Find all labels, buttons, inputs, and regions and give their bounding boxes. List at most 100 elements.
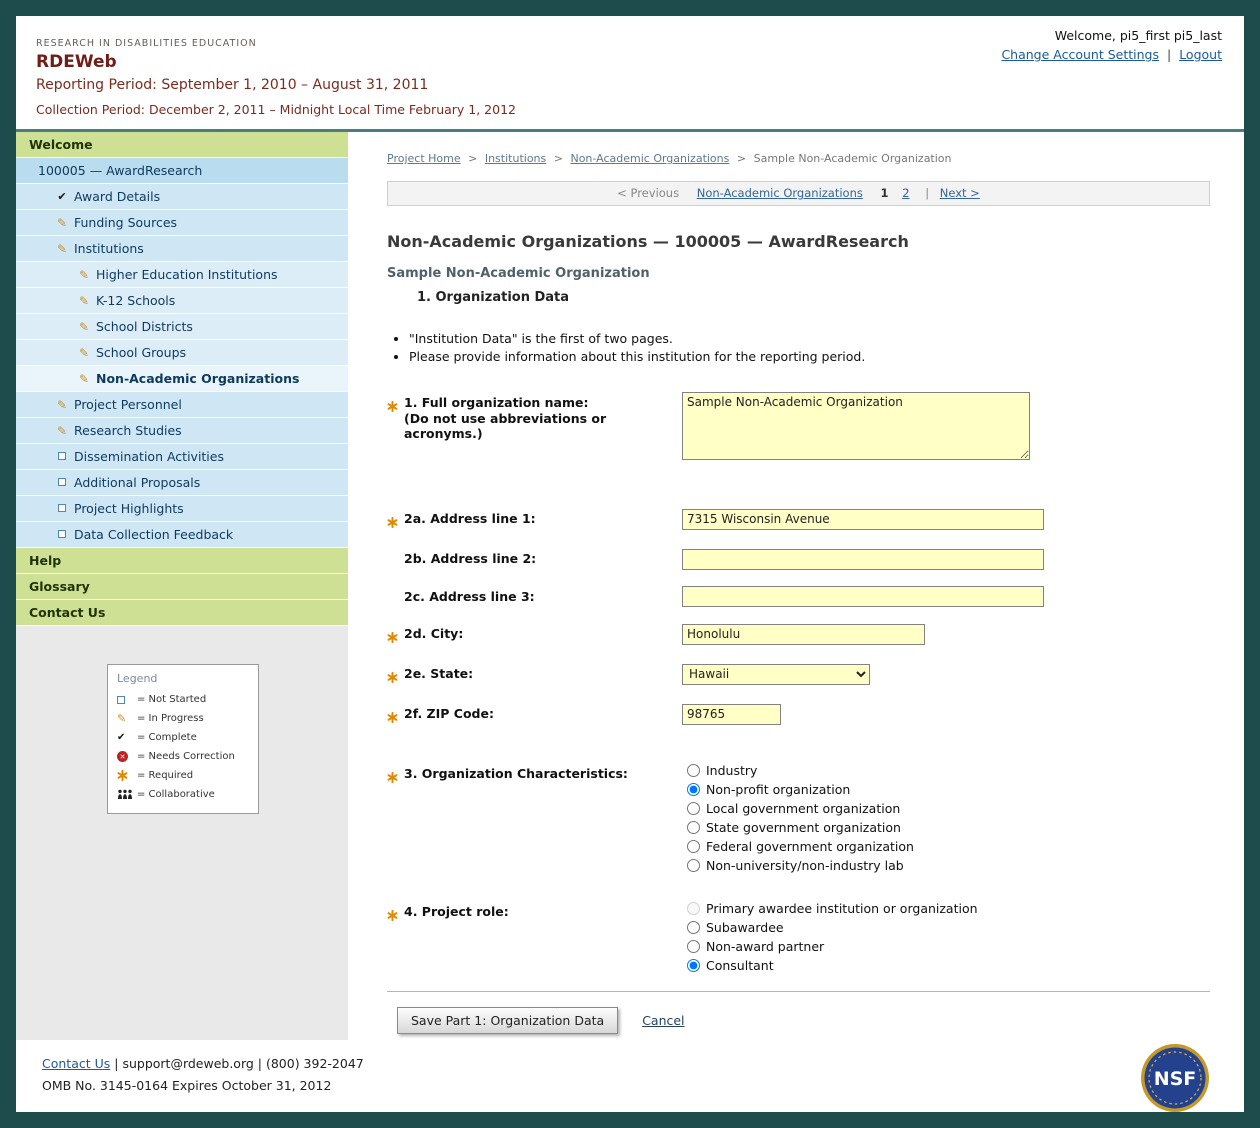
sidebar-item-glossary[interactable]: Glossary — [16, 574, 348, 600]
pencil-icon: ✎ — [54, 217, 70, 229]
needs-correction-icon: ✕ — [117, 751, 137, 762]
sidebar-item-contact-us[interactable]: Contact Us — [16, 600, 348, 626]
city-row: 2d. City: — [387, 623, 1210, 647]
previous-link[interactable]: < Previous — [617, 186, 679, 200]
spacer — [387, 589, 404, 605]
spacer — [387, 551, 404, 567]
legend-item-complete: ✔ = Complete — [117, 728, 249, 747]
sidebar-item-dissemination-activities[interactable]: Dissemination Activities — [16, 444, 348, 470]
sidebar-item-school-districts[interactable]: ✎ School Districts — [16, 314, 348, 340]
address2-input[interactable] — [682, 549, 1044, 570]
legend-item-needs-correction: ✕ = Needs Correction — [117, 747, 249, 766]
radio-consultant[interactable] — [687, 959, 700, 972]
pencil-icon: ✎ — [76, 373, 92, 385]
radio-non-award-partner[interactable] — [687, 940, 700, 953]
footer-contact-text: | support@rdeweb.org | (800) 392-2047 — [114, 1056, 363, 1071]
radio-option-local-government[interactable]: Local government organization — [687, 801, 1210, 816]
collaborative-icon — [117, 789, 137, 800]
required-icon — [387, 626, 404, 647]
not-started-icon — [54, 476, 70, 489]
sidebar-item-institutions[interactable]: ✎ Institutions — [16, 236, 348, 262]
radio-option-state-government[interactable]: State government organization — [687, 820, 1210, 835]
pagination-group-link[interactable]: Non-Academic Organizations — [697, 186, 863, 200]
city-input[interactable] — [682, 624, 925, 645]
radio-non-profit[interactable] — [687, 783, 700, 796]
not-started-icon — [117, 696, 137, 704]
radio-local-government[interactable] — [687, 802, 700, 815]
zip-input[interactable] — [682, 704, 781, 725]
sidebar-item-additional-proposals[interactable]: Additional Proposals — [16, 470, 348, 496]
zip-row: 2f. ZIP Code: — [387, 703, 1210, 727]
collection-period: Collection Period: December 2, 2011 – Mi… — [36, 102, 1224, 117]
sidebar-item-k12-schools[interactable]: ✎ K-12 Schools — [16, 288, 348, 314]
radio-option-federal-government[interactable]: Federal government organization — [687, 839, 1210, 854]
change-account-settings-link[interactable]: Change Account Settings — [1001, 47, 1159, 62]
welcome-user: Welcome, pi5_first pi5_last — [1001, 28, 1222, 43]
sidebar-item-non-academic-organizations[interactable]: ✎ Non-Academic Organizations — [16, 366, 348, 392]
sidebar-item-award-details[interactable]: ✔ Award Details — [16, 184, 348, 210]
footer-contact-line: Contact Us | support@rdeweb.org | (800) … — [42, 1056, 1244, 1071]
radio-option-industry[interactable]: Industry — [687, 763, 1210, 778]
address3-input[interactable] — [682, 586, 1044, 607]
radio-option-non-profit[interactable]: Non-profit organization — [687, 782, 1210, 797]
radio-industry[interactable] — [687, 764, 700, 777]
next-link[interactable]: Next > — [940, 186, 980, 200]
sidebar: Welcome 100005 — AwardResearch ✔ Award D… — [16, 132, 348, 1040]
address2-row: 2b. Address line 2: — [387, 548, 1210, 570]
org-characteristics-row: 3. Organization Characteristics: Industr… — [387, 763, 1210, 877]
not-started-icon — [54, 450, 70, 463]
sidebar-item-funding-sources[interactable]: ✎ Funding Sources — [16, 210, 348, 236]
button-row: Save Part 1: Organization Data Cancel — [387, 1007, 1210, 1034]
footer: Contact Us | support@rdeweb.org | (800) … — [16, 1040, 1244, 1112]
required-icon — [387, 666, 404, 687]
radio-option-non-award-partner[interactable]: Non-award partner — [687, 939, 1210, 954]
field-label: 1. Full organization name: (Do not use a… — [404, 395, 682, 442]
radio-option-non-university-lab[interactable]: Non-university/non-industry lab — [687, 858, 1210, 873]
sidebar-item-data-collection-feedback[interactable]: Data Collection Feedback — [16, 522, 348, 548]
sidebar-item-project-personnel[interactable]: ✎ Project Personnel — [16, 392, 348, 418]
org-name-row: 1. Full organization name: (Do not use a… — [387, 392, 1210, 464]
radio-state-government[interactable] — [687, 821, 700, 834]
radio-option-primary-awardee[interactable]: Primary awardee institution or organizat… — [687, 901, 1210, 916]
radio-primary-awardee[interactable] — [687, 902, 700, 915]
logout-link[interactable]: Logout — [1179, 47, 1222, 62]
state-select[interactable]: Hawaii — [682, 664, 870, 685]
form-divider — [387, 991, 1210, 992]
sidebar-item-project-highlights[interactable]: Project Highlights — [16, 496, 348, 522]
radio-non-university-lab[interactable] — [687, 859, 700, 872]
reporting-period: Reporting Period: September 1, 2010 – Au… — [36, 77, 1224, 93]
sidebar-item-higher-education-institutions[interactable]: ✎ Higher Education Institutions — [16, 262, 348, 288]
footer-contact-link[interactable]: Contact Us — [42, 1056, 110, 1071]
org-name-textarea[interactable]: Sample Non-Academic Organization — [682, 392, 1030, 460]
page-number-2[interactable]: 2 — [902, 186, 909, 200]
breadcrumb: Project Home > Institutions > Non-Academ… — [387, 152, 1210, 165]
sidebar-item-award[interactable]: 100005 — AwardResearch — [16, 158, 348, 184]
organization-form: 1. Full organization name: (Do not use a… — [387, 392, 1210, 1034]
instruction-item: "Institution Data" is the first of two p… — [409, 331, 1210, 346]
breadcrumb-project-home[interactable]: Project Home — [387, 152, 461, 165]
breadcrumb-non-academic-organizations[interactable]: Non-Academic Organizations — [570, 152, 729, 165]
sidebar-item-welcome[interactable]: Welcome — [16, 132, 348, 158]
legend-item-in-progress: ✎ = In Progress — [117, 709, 249, 728]
breadcrumb-institutions[interactable]: Institutions — [485, 152, 546, 165]
pencil-icon: ✎ — [76, 321, 92, 333]
sidebar-item-school-groups[interactable]: ✎ School Groups — [16, 340, 348, 366]
save-button[interactable]: Save Part 1: Organization Data — [397, 1007, 618, 1034]
header: RESEARCH IN DISABILITIES EDUCATION RDEWe… — [16, 16, 1244, 129]
sidebar-item-research-studies[interactable]: ✎ Research Studies — [16, 418, 348, 444]
account-area: Welcome, pi5_first pi5_last Change Accou… — [1001, 28, 1222, 62]
cancel-link[interactable]: Cancel — [642, 1013, 684, 1028]
address1-input[interactable] — [682, 509, 1044, 530]
field-label: 2f. ZIP Code: — [404, 706, 494, 727]
sidebar-item-help[interactable]: Help — [16, 548, 348, 574]
field-label: 4. Project role: — [404, 904, 509, 925]
pencil-icon: ✎ — [54, 399, 70, 411]
radio-option-subawardee[interactable]: Subawardee — [687, 920, 1210, 935]
legend-box: Legend = Not Started ✎ = In Progress ✔ =… — [107, 664, 259, 814]
radio-subawardee[interactable] — [687, 921, 700, 934]
main-content: Project Home > Institutions > Non-Academ… — [348, 132, 1244, 1040]
legend-item-required: = Required — [117, 766, 249, 785]
radio-federal-government[interactable] — [687, 840, 700, 853]
project-role-row: 4. Project role: Primary awardee institu… — [387, 901, 1210, 977]
radio-option-consultant[interactable]: Consultant — [687, 958, 1210, 973]
